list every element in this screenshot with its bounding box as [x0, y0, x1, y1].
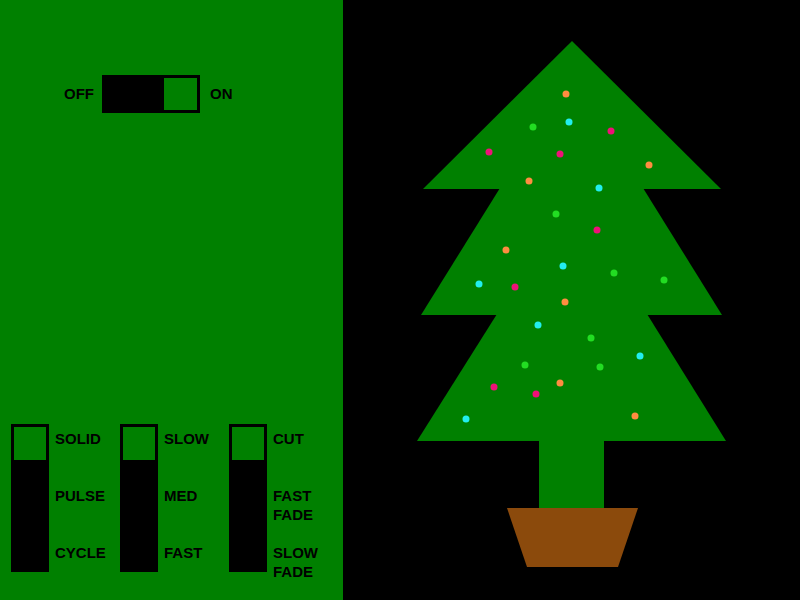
light: [661, 277, 668, 284]
mode-selector: SOLIDPULSECYCLE: [11, 424, 120, 572]
selector-option[interactable]: SLOW FADE: [273, 543, 338, 581]
light: [596, 185, 603, 192]
light: [491, 384, 498, 391]
selector-option[interactable]: PULSE: [55, 486, 120, 543]
light: [594, 227, 601, 234]
selector-option[interactable]: FAST: [164, 543, 229, 562]
off-label: OFF: [64, 83, 94, 106]
light: [608, 128, 615, 135]
light: [530, 124, 537, 131]
selector-option[interactable]: MED: [164, 486, 229, 543]
light: [526, 178, 533, 185]
light: [611, 270, 618, 277]
selector-option[interactable]: CUT: [273, 429, 338, 486]
control-panel: OFFONSOLIDPULSECYCLESLOWMEDFASTCUTFAST F…: [0, 0, 343, 600]
selector-option[interactable]: SLOW: [164, 429, 229, 486]
selector-labels: SOLIDPULSECYCLE: [55, 424, 120, 572]
on-label: ON: [210, 83, 233, 106]
power-row: OFF ON: [0, 0, 343, 113]
light: [646, 162, 653, 169]
light: [557, 151, 564, 158]
light: [476, 281, 483, 288]
light: [463, 416, 470, 423]
light: [632, 413, 639, 420]
selector-option[interactable]: CYCLE: [55, 543, 120, 562]
selector-labels: CUTFAST FADESLOW FADE: [273, 424, 338, 572]
transition-selector: CUTFAST FADESLOW FADE: [229, 424, 338, 572]
light: [522, 362, 529, 369]
power-switch[interactable]: [102, 75, 200, 113]
light: [560, 263, 567, 270]
selector-option[interactable]: SOLID: [55, 429, 120, 486]
selector-option[interactable]: FAST FADE: [273, 486, 338, 543]
tree-icon: [343, 0, 800, 600]
light: [588, 335, 595, 342]
light: [503, 247, 510, 254]
switch-thumb[interactable]: [164, 78, 197, 110]
light: [563, 91, 570, 98]
light: [637, 353, 644, 360]
tree-panel: [343, 0, 800, 600]
selector-track[interactable]: [11, 424, 49, 572]
light: [535, 322, 542, 329]
app: OFFONSOLIDPULSECYCLESLOWMEDFASTCUTFAST F…: [0, 0, 800, 600]
light: [566, 119, 573, 126]
light: [533, 391, 540, 398]
selector-knob[interactable]: [232, 427, 264, 460]
selector-labels: SLOWMEDFAST: [164, 424, 229, 572]
selector-knob[interactable]: [123, 427, 155, 460]
light: [512, 284, 519, 291]
selector-knob[interactable]: [14, 427, 46, 460]
light: [553, 211, 560, 218]
selectors-row: SOLIDPULSECYCLESLOWMEDFASTCUTFAST FADESL…: [0, 424, 343, 600]
light: [597, 364, 604, 371]
light: [557, 380, 564, 387]
selector-track[interactable]: [229, 424, 267, 572]
light: [562, 299, 569, 306]
light: [486, 149, 493, 156]
selector-track[interactable]: [120, 424, 158, 572]
speed-selector: SLOWMEDFAST: [120, 424, 229, 572]
